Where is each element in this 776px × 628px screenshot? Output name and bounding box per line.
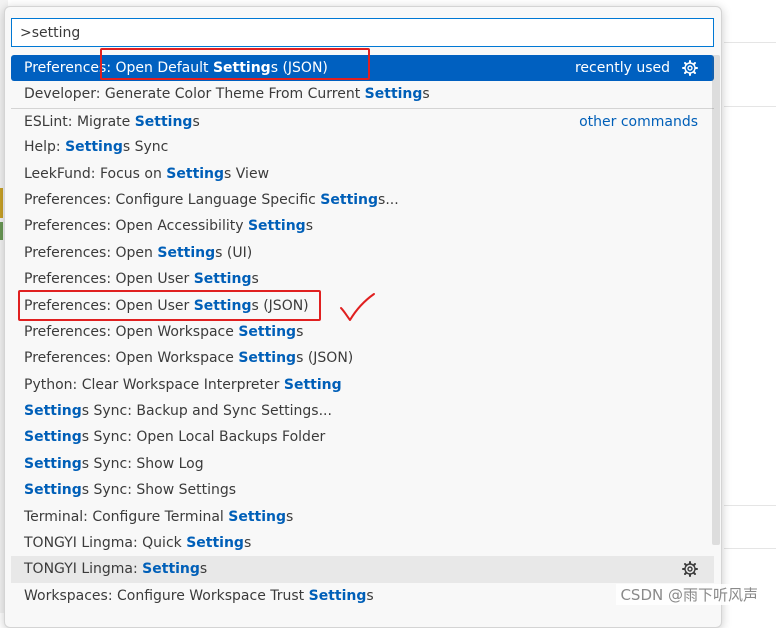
command-list: Preferences: Open Default Settings (JSON…	[11, 55, 714, 609]
command-label-prefix: Preferences: Open User	[24, 271, 194, 288]
editor-divider	[724, 548, 776, 549]
command-label-prefix: Preferences: Open Accessibility	[24, 218, 248, 235]
command-label-match: Setting	[193, 271, 252, 288]
command-label-match: Setting	[65, 139, 123, 156]
command-label-suffix: s	[243, 535, 252, 552]
command-label-match: Setting	[157, 244, 216, 261]
command-label-suffix: s	[251, 271, 259, 288]
command-label-suffix: s (JSON)	[296, 350, 354, 367]
command-label-suffix: s	[305, 218, 313, 235]
command-label-match: Setting	[320, 191, 379, 208]
command-item[interactable]: Settings Sync: Show Settings	[11, 477, 714, 503]
command-item[interactable]: LeekFund: Focus on Settings View	[11, 161, 714, 187]
command-label-prefix: Preferences: Open Workspace	[24, 323, 239, 340]
command-label-suffix: s Sync: Show Settings	[81, 482, 237, 499]
watermark: CSDN @雨下听风声	[616, 584, 762, 605]
command-search-input[interactable]	[12, 19, 713, 46]
command-label-suffix: s	[366, 587, 374, 604]
command-label-suffix: s Sync: Show Log	[81, 455, 204, 472]
command-label-suffix: s	[192, 113, 200, 130]
command-label-match: Setting	[238, 323, 297, 340]
command-label-suffix: s Sync: Backup and Sync Settings...	[81, 403, 332, 420]
command-item[interactable]: Settings Sync: Backup and Sync Settings.…	[11, 398, 714, 424]
command-label-suffix: s (UI)	[215, 244, 253, 261]
command-label-prefix: Preferences: Configure Language Specific	[24, 191, 321, 208]
command-label-match: Setting	[166, 165, 225, 182]
command-label-prefix: Python: Clear Workspace Interpreter	[24, 376, 284, 393]
editor-divider	[724, 505, 776, 506]
editor-divider	[724, 42, 776, 43]
command-item[interactable]: Preferences: Open Settings (UI)	[11, 240, 714, 266]
command-label-match: Setting	[308, 587, 367, 604]
command-label-match: Setting	[24, 403, 82, 420]
command-item[interactable]: Workspaces: Configure Workspace Trust Se…	[11, 583, 714, 609]
command-label-match: Setting	[24, 455, 82, 472]
command-label-match: Setting	[24, 482, 82, 499]
command-label-suffix: s	[286, 508, 294, 525]
command-label-match: Setting	[283, 376, 342, 393]
command-label-match: Setting	[364, 86, 423, 103]
command-item[interactable]: ESLint: Migrate Settings other commands	[11, 107, 714, 134]
command-label-match: Setting	[134, 113, 193, 130]
command-item[interactable]: Settings Sync: Open Local Backups Folder	[11, 424, 714, 450]
command-item[interactable]: Terminal: Configure Terminal Settings	[11, 504, 714, 530]
scrollbar-thumb[interactable]	[712, 55, 720, 545]
command-label-match: Setting	[142, 561, 200, 578]
command-item[interactable]: Preferences: Open Workspace Settings (JS…	[11, 345, 714, 371]
command-item[interactable]: TONGYI Lingma: Quick Settings	[11, 530, 714, 556]
command-label-prefix: Developer: Generate Color Theme From Cur…	[24, 86, 365, 103]
editor-gutter-mark	[0, 188, 3, 218]
command-label-prefix: ESLint: Migrate	[24, 113, 135, 130]
command-item[interactable]: Python: Clear Workspace Interpreter Sett…	[11, 372, 714, 398]
command-label-suffix: s Sync: Open Local Backups Folder	[81, 429, 326, 446]
command-label-suffix: s View	[224, 165, 270, 182]
command-label-prefix: TONGYI Lingma: Quick	[24, 535, 187, 552]
command-label-prefix: Help:	[24, 139, 66, 156]
command-label-match: Setting	[186, 535, 244, 552]
command-item[interactable]: Preferences: Open User Settings	[11, 266, 714, 292]
command-label-match: Setting	[24, 429, 82, 446]
command-item[interactable]: TONGYI Lingma: Settings	[11, 556, 714, 583]
command-item[interactable]: Settings Sync: Show Log	[11, 451, 714, 477]
annotation-box-user-settings-json	[18, 290, 321, 321]
command-label-prefix: Preferences: Open	[24, 244, 158, 261]
command-item[interactable]: Help: Settings Sync	[11, 134, 714, 160]
command-label-prefix: LeekFund: Focus on	[24, 165, 167, 182]
command-label-prefix: TONGYI Lingma:	[24, 561, 143, 578]
command-label-prefix: Preferences: Open Workspace	[24, 350, 239, 367]
checkmark-annotation-icon	[340, 293, 375, 321]
recently-used-label: recently used	[574, 60, 670, 76]
command-input-wrapper	[11, 18, 714, 47]
editor-background-right	[724, 0, 776, 613]
command-label-match: Setting	[228, 508, 287, 525]
gear-icon[interactable]	[682, 561, 698, 578]
command-item[interactable]: Preferences: Configure Language Specific…	[11, 187, 714, 213]
command-label-prefix: Workspaces: Configure Workspace Trust	[24, 587, 309, 604]
command-label-suffix: s	[422, 86, 430, 103]
annotation-box-default-settings-json	[100, 48, 370, 80]
command-label-match: Setting	[238, 350, 297, 367]
gear-icon[interactable]	[682, 60, 698, 76]
command-label-suffix: s...	[378, 191, 399, 208]
command-label-match: Setting	[247, 218, 306, 235]
command-label-prefix: Terminal: Configure Terminal	[24, 508, 229, 525]
command-label-suffix: s	[296, 323, 304, 340]
command-item[interactable]: Developer: Generate Color Theme From Cur…	[11, 81, 714, 107]
editor-gutter-mark	[0, 222, 3, 240]
command-label-suffix: s	[199, 561, 208, 578]
command-item[interactable]: Preferences: Open Accessibility Settings	[11, 213, 714, 239]
other-commands-label: other commands	[579, 113, 698, 130]
command-label-suffix: s Sync	[122, 139, 169, 156]
editor-divider	[724, 106, 776, 107]
